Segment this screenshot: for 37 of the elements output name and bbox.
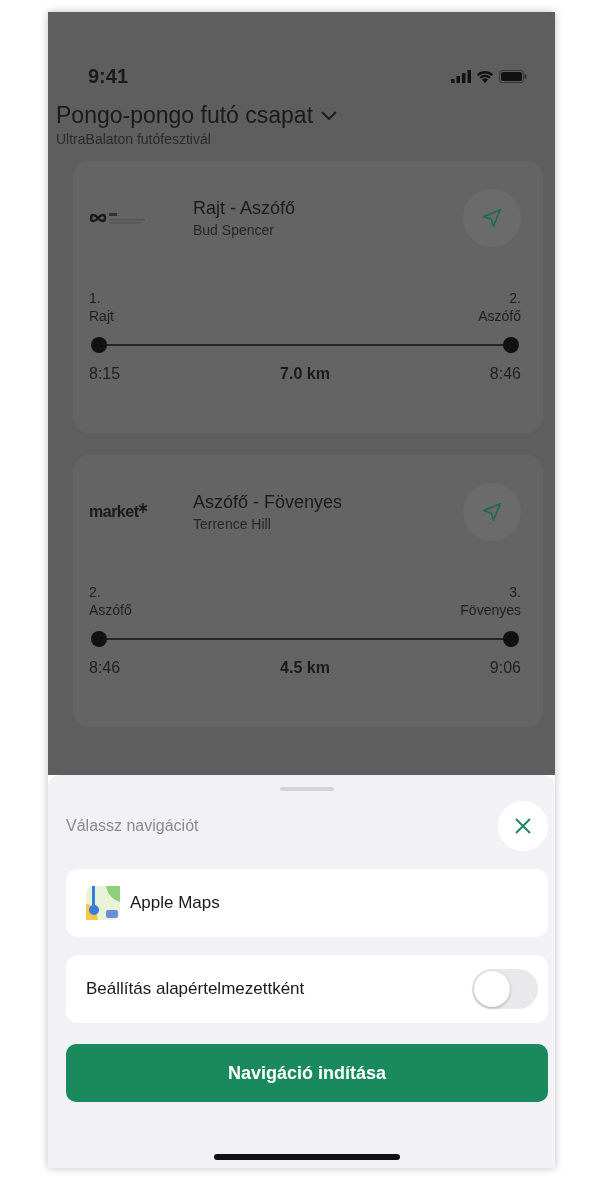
stop-number: 3. [508, 583, 521, 602]
leg-title: Aszófő - Fövenyes [193, 492, 344, 513]
navigation-app-option[interactable]: Apple Maps [66, 869, 548, 937]
wifi-icon [476, 69, 494, 83]
asterisk-icon [138, 503, 149, 513]
distance: 4.5 km [280, 659, 330, 678]
team-title: Pongo-pongo futó csapat [56, 102, 314, 129]
sponsor-logo: market [89, 503, 139, 521]
start-time: 8:15 [89, 365, 121, 384]
stop-name: Fövenyes [460, 601, 521, 620]
app-name: Apple Maps [130, 893, 220, 913]
leg-title: Rajt - Aszófő [193, 198, 297, 219]
end-time: 9:06 [489, 659, 521, 678]
signal-icon [451, 69, 471, 83]
end-time: 8:46 [489, 365, 521, 384]
close-button[interactable] [498, 801, 548, 851]
stop-name: Aszófő [478, 307, 521, 326]
runner-name: Terrence Hill [193, 516, 272, 532]
start-navigation-button[interactable]: Navigáció indítása [66, 1044, 548, 1102]
close-icon [514, 817, 532, 835]
battery-icon [499, 69, 527, 83]
stop-name: Aszófő [89, 601, 132, 620]
start-time: 8:46 [89, 659, 121, 678]
map-app-icon [86, 886, 120, 920]
stop-number: 2. [508, 289, 521, 308]
paper-plane-icon [481, 501, 503, 523]
chevron-down-icon[interactable] [321, 110, 338, 121]
sheet-title: Válassz navigációt [66, 817, 199, 835]
paper-plane-icon [481, 207, 503, 229]
default-toggle[interactable] [472, 969, 538, 1009]
stop-number: 2. [89, 583, 102, 602]
status-time: 9:41 [88, 64, 129, 88]
stop-number: 1. [89, 289, 102, 308]
distance: 7.0 km [280, 365, 330, 384]
stop-name: Rajt [89, 307, 114, 326]
runner-name: Bud Spencer [193, 222, 275, 238]
toggle-label: Beállítás alapértelmezettként [86, 979, 306, 999]
